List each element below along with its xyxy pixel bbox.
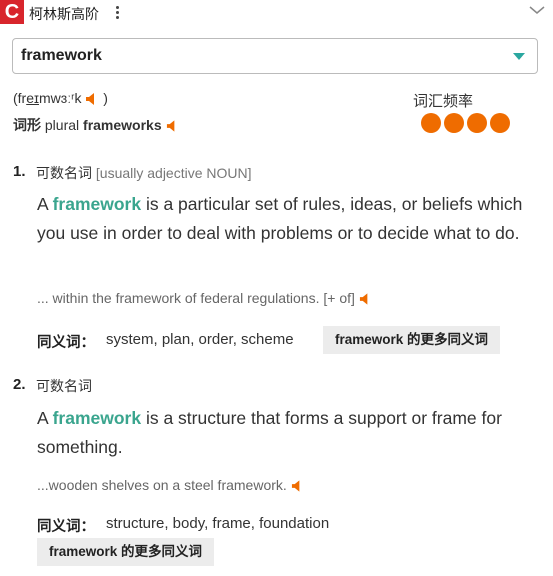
example-sentence: ... within the framework of federal regu…: [37, 290, 372, 306]
pronunciation: (freɪmwɜːʳk ): [13, 90, 108, 106]
more-options-icon[interactable]: [112, 4, 122, 22]
synonyms-label: 同义词：: [37, 335, 95, 351]
search-box[interactable]: [12, 38, 538, 74]
frequency-dot: [467, 113, 487, 133]
speaker-icon[interactable]: [359, 292, 372, 306]
chevron-down-icon[interactable]: [527, 2, 547, 18]
sense-number: 1.: [13, 163, 26, 180]
speaker-icon[interactable]: [85, 92, 99, 106]
dropdown-arrow-icon[interactable]: [513, 53, 525, 60]
dictionary-title[interactable]: 柯林斯高阶: [29, 4, 99, 24]
collins-logo: C: [0, 0, 24, 24]
synonyms-label: 同义词：: [37, 519, 95, 535]
part-of-speech: 可数名词 [usually adjective NOUN]: [36, 165, 252, 181]
speaker-icon[interactable]: [166, 119, 179, 133]
definition: A framework is a structure that forms a …: [37, 408, 502, 457]
more-synonyms-button[interactable]: framework 的更多同义词: [37, 538, 215, 566]
frequency-label: 词汇频率: [413, 93, 474, 110]
search-input[interactable]: [21, 39, 501, 73]
frequency-dot: [490, 113, 510, 133]
synonyms-list[interactable]: structure, body, frame, foundation: [106, 515, 329, 532]
part-of-speech: 可数名词: [36, 378, 92, 394]
definition: A framework is a particular set of rules…: [37, 194, 523, 243]
synonyms-list[interactable]: system, plan, order, scheme: [106, 331, 294, 348]
frequency-dot: [421, 113, 441, 133]
speaker-icon[interactable]: [291, 479, 304, 493]
top-bar: C 柯林斯高阶: [0, 0, 553, 26]
inflection-line: 词形 plural frameworks: [13, 115, 179, 135]
frequency-indicator: [421, 113, 513, 138]
frequency-dot: [444, 113, 464, 133]
example-sentence: ...wooden shelves on a steel framework.: [37, 477, 304, 493]
sense-number: 2.: [13, 376, 26, 393]
more-synonyms-button[interactable]: framework 的更多同义词: [323, 326, 501, 354]
